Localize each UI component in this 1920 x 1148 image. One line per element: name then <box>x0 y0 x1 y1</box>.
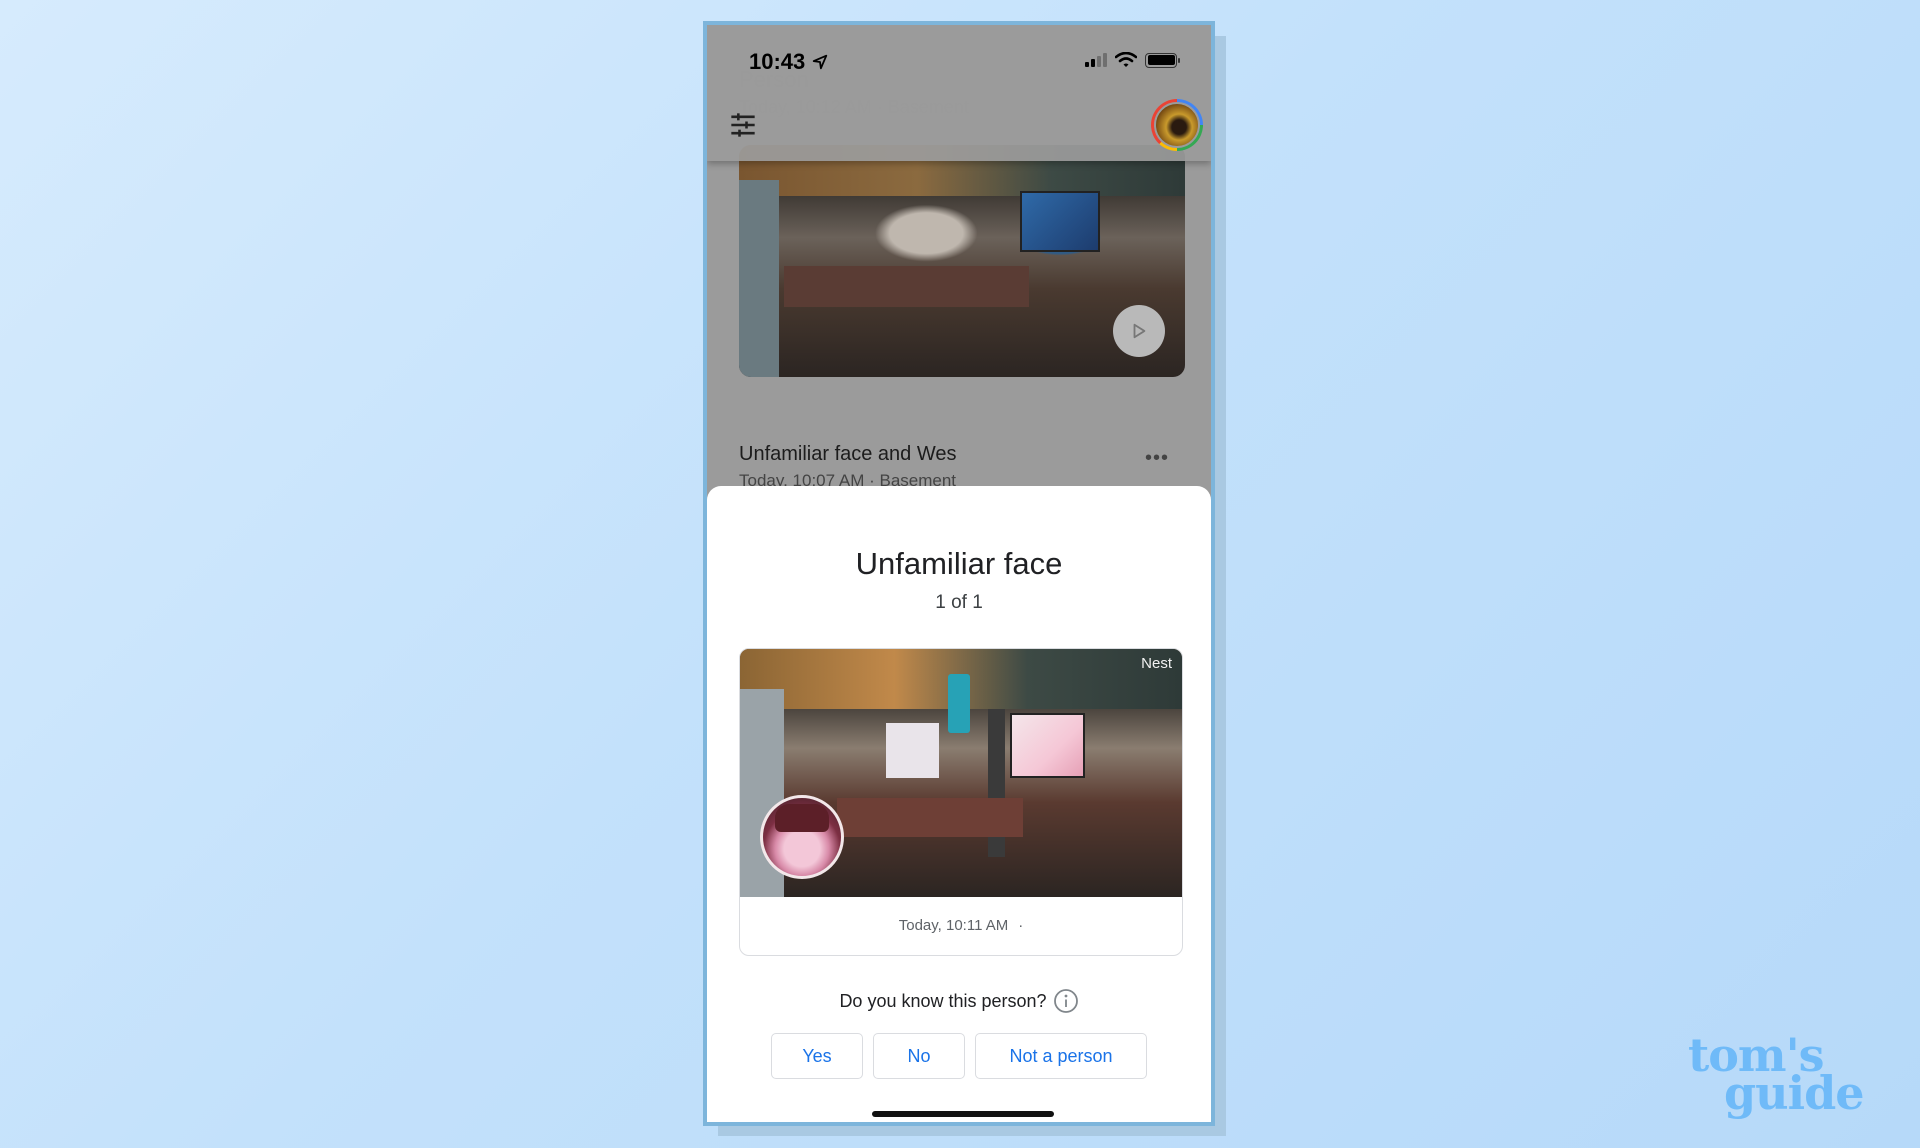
question-row: Do you know this person? <box>707 988 1211 1014</box>
video-wall <box>739 179 780 377</box>
more-options-icon[interactable]: ••• <box>1145 447 1169 470</box>
status-bar-time: 10:43 <box>749 49 829 75</box>
home-indicator[interactable] <box>872 1111 1054 1117</box>
face-thumbnail <box>760 795 844 879</box>
video-counter <box>837 797 1023 838</box>
video-tv <box>1009 713 1085 778</box>
clip-video[interactable]: Nest <box>740 649 1182 897</box>
play-icon <box>1133 323 1146 339</box>
clip-meta: Today, 10:11 AM · <box>740 895 1182 955</box>
phone-screen: Person Today, 10:12 AM · Basement Unfami… <box>703 21 1215 1126</box>
app-header: 10:43 <box>707 25 1211 161</box>
wifi-icon <box>1115 52 1137 67</box>
clip-separator: · <box>1018 916 1024 934</box>
not-a-person-button[interactable]: Not a person <box>975 1033 1147 1079</box>
video-tv <box>1019 191 1101 252</box>
video-window <box>885 723 939 778</box>
location-arrow-icon <box>813 54 828 70</box>
unfamiliar-face-sheet: Unfamiliar face 1 of 1 Nest Today, 10:11… <box>707 486 1211 1122</box>
video-counter <box>783 265 1029 308</box>
clip-card[interactable]: Nest Today, 10:11 AM · <box>739 648 1183 956</box>
status-icons <box>1085 52 1180 68</box>
sheet-counter: 1 of 1 <box>935 592 983 613</box>
battery-icon <box>1145 52 1180 68</box>
clip-timestamp: Today, 10:11 AM <box>898 916 1009 934</box>
event-video-thumbnail[interactable] <box>739 145 1185 377</box>
question-text: Do you know this person? <box>839 990 1047 1011</box>
yes-button[interactable]: Yes <box>771 1033 863 1079</box>
avatar-image <box>1154 102 1200 148</box>
answer-buttons: Yes No Not a person <box>707 1033 1211 1079</box>
cellular-signal-icon <box>1085 53 1107 67</box>
event-title[interactable]: Unfamiliar face and Wes <box>739 443 957 466</box>
clock: 10:43 <box>749 49 806 74</box>
tune-sliders-icon[interactable] <box>729 111 757 139</box>
nest-watermark: Nest <box>1141 655 1172 672</box>
account-avatar[interactable] <box>1151 99 1203 151</box>
play-button[interactable] <box>1113 305 1165 357</box>
info-icon[interactable] <box>1053 988 1079 1014</box>
toms-guide-watermark: tom's guide <box>1688 1032 1898 1116</box>
sheet-title: Unfamiliar face <box>855 546 1063 581</box>
no-button[interactable]: No <box>873 1033 965 1079</box>
video-decoration <box>947 673 970 734</box>
